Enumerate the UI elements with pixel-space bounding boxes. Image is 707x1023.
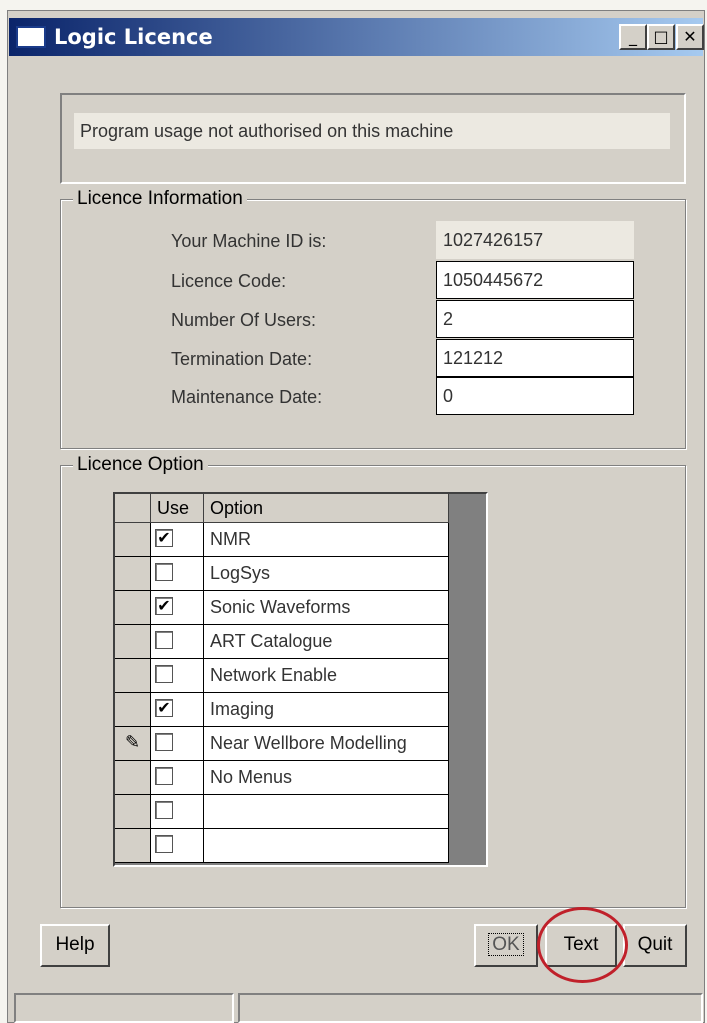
option-cell[interactable]: Network Enable [204, 659, 449, 693]
licence-info-input[interactable]: 121212 [436, 339, 634, 377]
licence-info-input[interactable]: 2 [436, 300, 634, 338]
licence-info-label: Your Machine ID is: [171, 231, 327, 251]
row-selector[interactable] [115, 557, 151, 591]
use-cell: ✔ [151, 591, 204, 625]
check-icon: ✔ [157, 530, 171, 547]
licence-status-message: Program usage not authorised on this mac… [74, 113, 670, 149]
minimize-icon: _ [629, 27, 637, 46]
licence-info-label: Licence Code: [171, 271, 287, 291]
licence-info-input[interactable]: 1050445672 [436, 261, 634, 299]
row-selector[interactable] [115, 625, 151, 659]
use-checkbox[interactable] [155, 563, 173, 581]
use-cell [151, 625, 204, 659]
close-button[interactable]: ✕ [676, 24, 704, 50]
use-checkbox[interactable] [155, 767, 173, 785]
licence-info-label: Termination Date: [171, 349, 313, 369]
use-cell [151, 557, 204, 591]
edit-pencil-icon: ✎ [125, 732, 141, 753]
help-button[interactable]: Help [40, 924, 110, 967]
use-checkbox[interactable]: ✔ [155, 597, 173, 615]
licence-info-label: Maintenance Date: [171, 387, 323, 407]
option-cell[interactable]: Imaging [204, 693, 449, 727]
status-bar-pane-2 [238, 993, 703, 1023]
check-icon: ✔ [157, 598, 171, 615]
row-selector[interactable] [115, 761, 151, 795]
minimize-button[interactable]: _ [619, 24, 647, 50]
quit-button[interactable]: Quit [623, 924, 687, 967]
check-icon: ✔ [157, 700, 171, 717]
use-column-header[interactable]: Use [151, 494, 204, 523]
row-selector[interactable] [115, 829, 151, 863]
row-selector[interactable] [115, 591, 151, 625]
use-cell [151, 659, 204, 693]
option-cell[interactable]: NMR [204, 523, 449, 557]
licence-option-legend: Licence Option [73, 454, 208, 476]
ok-button[interactable]: OK [474, 924, 538, 967]
use-cell [151, 761, 204, 795]
licence-info-label: Number Of Users: [171, 310, 317, 330]
maximize-button[interactable]: □ [647, 24, 675, 50]
row-selector[interactable] [115, 659, 151, 693]
close-icon: ✕ [683, 27, 697, 46]
use-checkbox[interactable]: ✔ [155, 529, 173, 547]
row-selector[interactable] [115, 795, 151, 829]
machine-id-value: 1027426157 [436, 221, 634, 259]
option-cell[interactable]: LogSys [204, 557, 449, 591]
option-column-header[interactable]: Option [204, 494, 449, 523]
option-cell[interactable] [204, 795, 449, 829]
row-selector[interactable]: ✎ [115, 727, 151, 761]
window-title: Logic Licence [54, 25, 213, 49]
maximize-icon: □ [653, 27, 669, 46]
use-checkbox[interactable] [155, 733, 173, 751]
ok-button-label: OK [488, 933, 524, 956]
use-cell: ✔ [151, 523, 204, 557]
use-checkbox[interactable] [155, 835, 173, 853]
row-selector[interactable] [115, 693, 151, 727]
option-cell[interactable]: Near Wellbore Modelling [204, 727, 449, 761]
use-checkbox[interactable] [155, 665, 173, 683]
use-checkbox[interactable]: ✔ [155, 699, 173, 717]
use-cell [151, 727, 204, 761]
row-selector[interactable] [115, 523, 151, 557]
use-cell [151, 795, 204, 829]
option-cell[interactable]: ART Catalogue [204, 625, 449, 659]
grid-corner-header [115, 494, 151, 523]
use-cell [151, 829, 204, 863]
use-cell: ✔ [151, 693, 204, 727]
use-checkbox[interactable] [155, 801, 173, 819]
annotation-circle [537, 907, 628, 983]
option-cell[interactable]: Sonic Waveforms [204, 591, 449, 625]
status-bar-pane-1 [14, 993, 234, 1023]
licence-options-grid[interactable]: Use Option ✔ NMR LogSys ✔ Sonic Waveforms ART… [113, 492, 488, 867]
option-cell[interactable] [204, 829, 449, 863]
use-checkbox[interactable] [155, 631, 173, 649]
licence-info-input[interactable]: 0 [436, 377, 634, 415]
licence-information-legend: Licence Information [73, 188, 247, 210]
window-app-icon [16, 26, 46, 48]
option-cell[interactable]: No Menus [204, 761, 449, 795]
